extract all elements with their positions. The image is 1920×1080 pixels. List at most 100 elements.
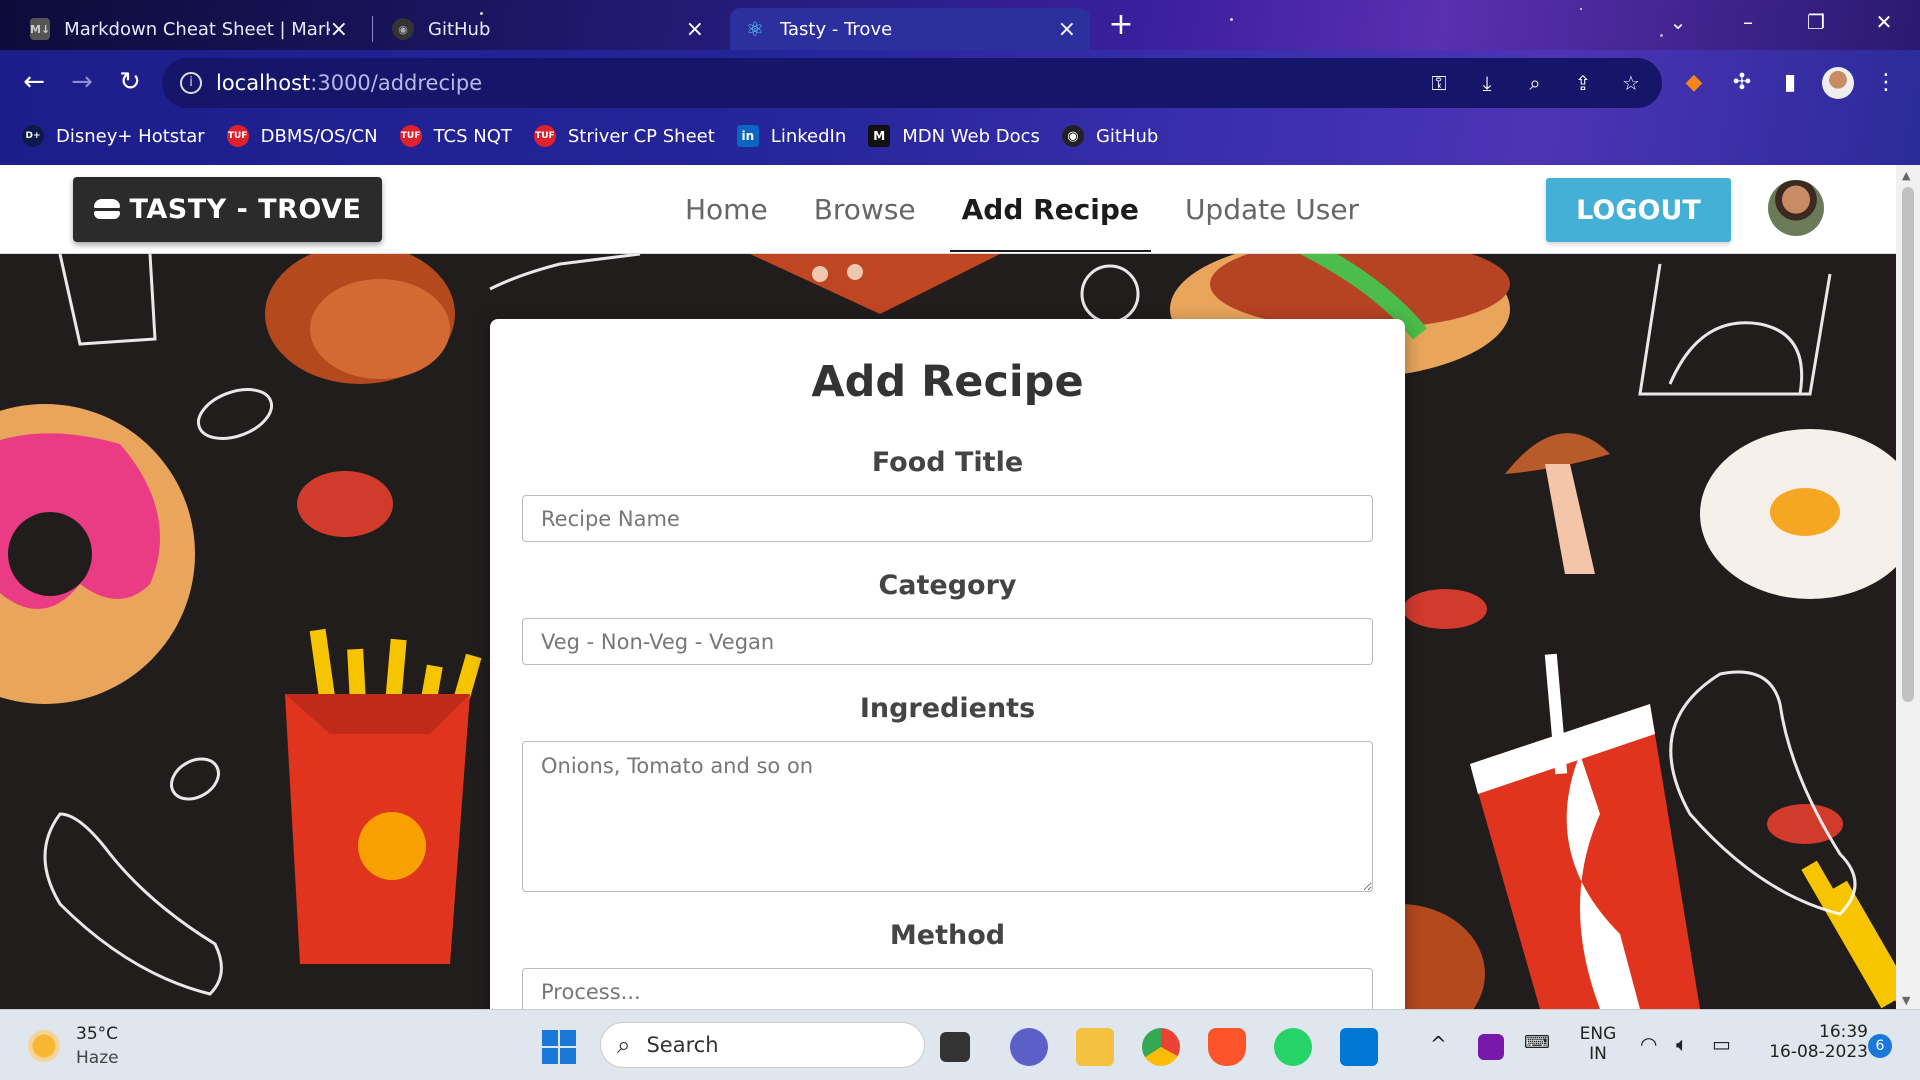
key-icon[interactable]: ⚿ <box>1426 70 1452 96</box>
category-label: Category <box>878 570 1017 601</box>
close-tab-icon[interactable]: × <box>686 17 704 42</box>
weather-widget[interactable]: 35°C Haze <box>28 1022 168 1070</box>
method-input[interactable] <box>522 968 1373 1015</box>
side-panel-icon[interactable]: ▮ <box>1774 67 1806 99</box>
nav-add-recipe[interactable]: Add Recipe <box>949 179 1152 252</box>
brave-icon[interactable] <box>1208 1028 1246 1066</box>
tab-title: Markdown Cheat Sheet | Markdo <box>64 18 330 40</box>
burger-icon <box>93 198 120 221</box>
category-input[interactable] <box>522 618 1373 665</box>
hotstar-icon: D+ <box>22 125 44 147</box>
task-view-icon[interactable] <box>940 1032 970 1062</box>
whatsapp-icon[interactable] <box>1274 1028 1312 1066</box>
method-label: Method <box>889 920 1006 951</box>
nav-update-user[interactable]: Update User <box>1173 179 1371 240</box>
mdn-icon: M <box>868 125 891 147</box>
main-menu: Home Browse Add Recipe Update User <box>662 165 1382 254</box>
vscode-icon[interactable] <box>1340 1028 1378 1066</box>
teams-chat-icon[interactable] <box>1010 1028 1048 1066</box>
reload-icon[interactable]: ↻ <box>112 64 148 100</box>
tab-title: Tasty - Trove <box>780 18 893 40</box>
close-tab-icon[interactable]: × <box>330 17 348 42</box>
onenote-icon[interactable] <box>1478 1034 1504 1060</box>
app-navbar: TASTY - TROVE Home Browse Add Recipe Upd… <box>0 165 1896 254</box>
food-title-label: Food Title <box>871 447 1024 478</box>
minimize-icon[interactable]: – <box>1718 0 1778 44</box>
url-path: :3000/addrecipe <box>310 71 483 95</box>
add-recipe-card: Add Recipe Food Title Category Ingredien… <box>490 319 1405 1019</box>
file-explorer-icon[interactable] <box>1076 1028 1114 1066</box>
page-scrollbar[interactable]: ▲ ▼ <box>1896 165 1920 1009</box>
weather-temp: 35°C <box>76 1024 119 1044</box>
bookmark-star-icon[interactable]: ☆ <box>1618 70 1644 96</box>
github-icon: ◉ <box>1061 125 1084 147</box>
bookmark-dbms[interactable]: TUF DBMS/OS/CN <box>226 125 378 147</box>
clock-date: 16-08-2023 <box>1769 1042 1868 1062</box>
zoom-icon[interactable]: ⌕ <box>1522 70 1548 96</box>
ingredients-label: Ingredients <box>859 693 1036 724</box>
forward-icon[interactable]: → <box>64 64 100 100</box>
browser-toolbar: ← → ↻ i localhost:3000/addrecipe ⚿ ⤓ ⌕ ⇪… <box>0 50 1920 165</box>
bookmark-github[interactable]: ◉ GitHub <box>1061 125 1158 147</box>
volume-icon[interactable]: 🔈︎ <box>1676 1032 1688 1056</box>
clock[interactable]: 16:39 16-08-2023 <box>1758 1022 1868 1062</box>
nav-home[interactable]: Home <box>673 179 780 240</box>
tab-markdown[interactable]: M↓ Markdown Cheat Sheet | Markdo × <box>16 8 362 50</box>
tuf-icon: TUF <box>533 125 556 147</box>
notification-badge[interactable]: 6 <box>1868 1034 1892 1058</box>
bookmark-hotstar[interactable]: D+ Disney+ Hotstar <box>22 125 205 147</box>
back-icon[interactable]: ← <box>16 64 52 100</box>
brand-name: TASTY - TROVE <box>129 194 362 225</box>
bookmark-linkedin[interactable]: in LinkedIn <box>736 125 846 147</box>
install-icon[interactable]: ⤓ <box>1474 70 1500 96</box>
scrollbar-thumb[interactable] <box>1902 187 1914 702</box>
battery-icon[interactable]: ▭ <box>1712 1032 1731 1056</box>
ingredients-textarea[interactable] <box>522 741 1373 892</box>
logout-button[interactable]: LOGOUT <box>1546 178 1731 242</box>
clock-time: 16:39 <box>1819 1022 1868 1042</box>
browser-tab-strip: M↓ Markdown Cheat Sheet | Markdo × ◉ Git… <box>0 0 1920 50</box>
address-bar[interactable]: i localhost:3000/addrecipe ⚿ ⤓ ⌕ ⇪ ☆ <box>162 58 1662 108</box>
github-icon: ◉ <box>392 18 414 40</box>
profile-avatar[interactable] <box>1822 67 1854 99</box>
taskbar-search[interactable]: ⌕ Search <box>600 1022 925 1068</box>
user-avatar[interactable] <box>1768 180 1824 236</box>
keyboard-icon[interactable]: ⌨ <box>1524 1032 1550 1053</box>
tab-tasty-trove[interactable]: ⚛ Tasty - Trove × <box>730 8 1090 50</box>
close-tab-icon[interactable]: × <box>1058 17 1076 42</box>
new-tab-button[interactable]: + <box>1104 8 1138 42</box>
nav-browse[interactable]: Browse <box>802 179 928 240</box>
menu-dots-icon[interactable]: ⋮ <box>1870 67 1902 99</box>
wifi-icon[interactable]: ◠ <box>1640 1032 1657 1056</box>
tab-search-icon[interactable]: ⌄ <box>1648 0 1708 44</box>
tuf-icon: TUF <box>399 125 422 147</box>
tab-github[interactable]: ◉ GitHub × <box>378 8 718 50</box>
metamask-icon[interactable]: ◆ <box>1678 67 1710 99</box>
windows-taskbar: 35°C Haze ⌕ Search ^ ⌨ ENG IN ◠ 🔈︎ ▭ 16:… <box>0 1009 1920 1080</box>
linkedin-icon: in <box>736 125 759 147</box>
share-icon[interactable]: ⇪ <box>1570 70 1596 96</box>
weather-haze-icon <box>28 1030 60 1062</box>
react-icon: ⚛ <box>746 17 764 41</box>
chrome-icon[interactable] <box>1142 1028 1180 1066</box>
food-title-input[interactable] <box>522 495 1373 542</box>
tray-chevron-icon[interactable]: ^ <box>1430 1032 1447 1056</box>
brand-logo[interactable]: TASTY - TROVE <box>73 177 382 242</box>
bookmark-mdn[interactable]: M MDN Web Docs <box>868 125 1040 147</box>
tab-title: GitHub <box>428 18 491 40</box>
close-window-icon[interactable]: ✕ <box>1854 0 1914 44</box>
extensions-icon[interactable]: ✣ <box>1726 67 1758 99</box>
bookmarks-bar: D+ Disney+ Hotstar TUF DBMS/OS/CN TUF TCS N… <box>0 116 1158 156</box>
site-info-icon[interactable]: i <box>180 72 202 94</box>
url-host: localhost <box>216 71 311 95</box>
tuf-icon: TUF <box>226 125 249 147</box>
search-label: Search <box>646 1033 719 1057</box>
language-indicator[interactable]: ENG IN <box>1578 1024 1618 1064</box>
search-icon: ⌕ <box>617 1031 631 1059</box>
weather-desc: Haze <box>76 1048 119 1068</box>
windows-start-icon[interactable] <box>540 1028 578 1066</box>
bookmark-tcs-nqt[interactable]: TUF TCS NQT <box>399 125 512 147</box>
bookmark-striver[interactable]: TUF Striver CP Sheet <box>533 125 715 147</box>
restore-icon[interactable]: ❐ <box>1786 0 1846 44</box>
markdown-icon: M↓ <box>30 18 51 40</box>
